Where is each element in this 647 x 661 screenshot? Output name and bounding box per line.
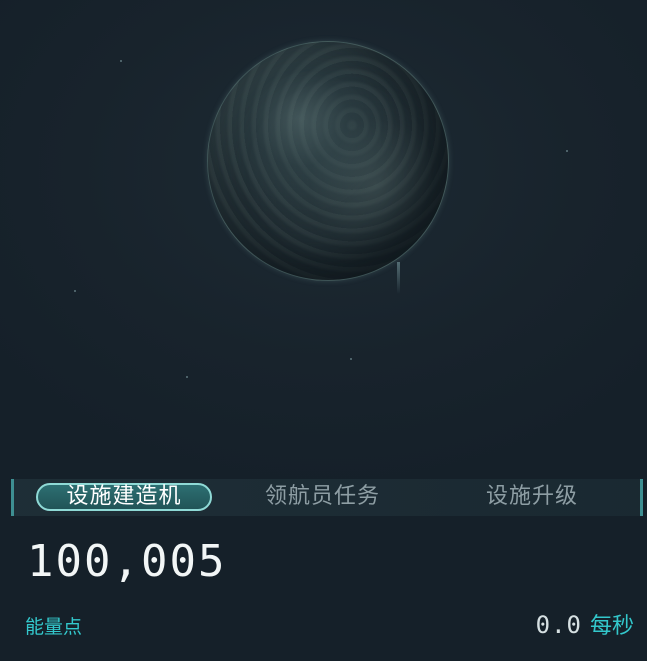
energy-rate-value: 0.0 [535,611,582,639]
tab-navigator-missions[interactable]: 领航员任务 [265,483,380,511]
star [566,150,568,152]
energy-points-label: 能量点 [25,616,83,638]
star [186,376,188,378]
energy-rate: 0.0 每秒 [536,608,634,640]
tab-bar: 设施建造机 领航员任务 设施升级 [11,479,643,516]
star [120,60,122,62]
tab-facility-builder[interactable]: 设施建造机 [36,483,212,511]
tab-facility-upgrade[interactable]: 设施升级 [486,483,578,511]
star [74,290,76,292]
planet-structure [397,262,400,294]
star [350,358,352,360]
energy-rate-unit: 每秒 [589,614,634,639]
planet[interactable] [207,41,449,281]
energy-points-value: 100,005 [27,536,227,587]
